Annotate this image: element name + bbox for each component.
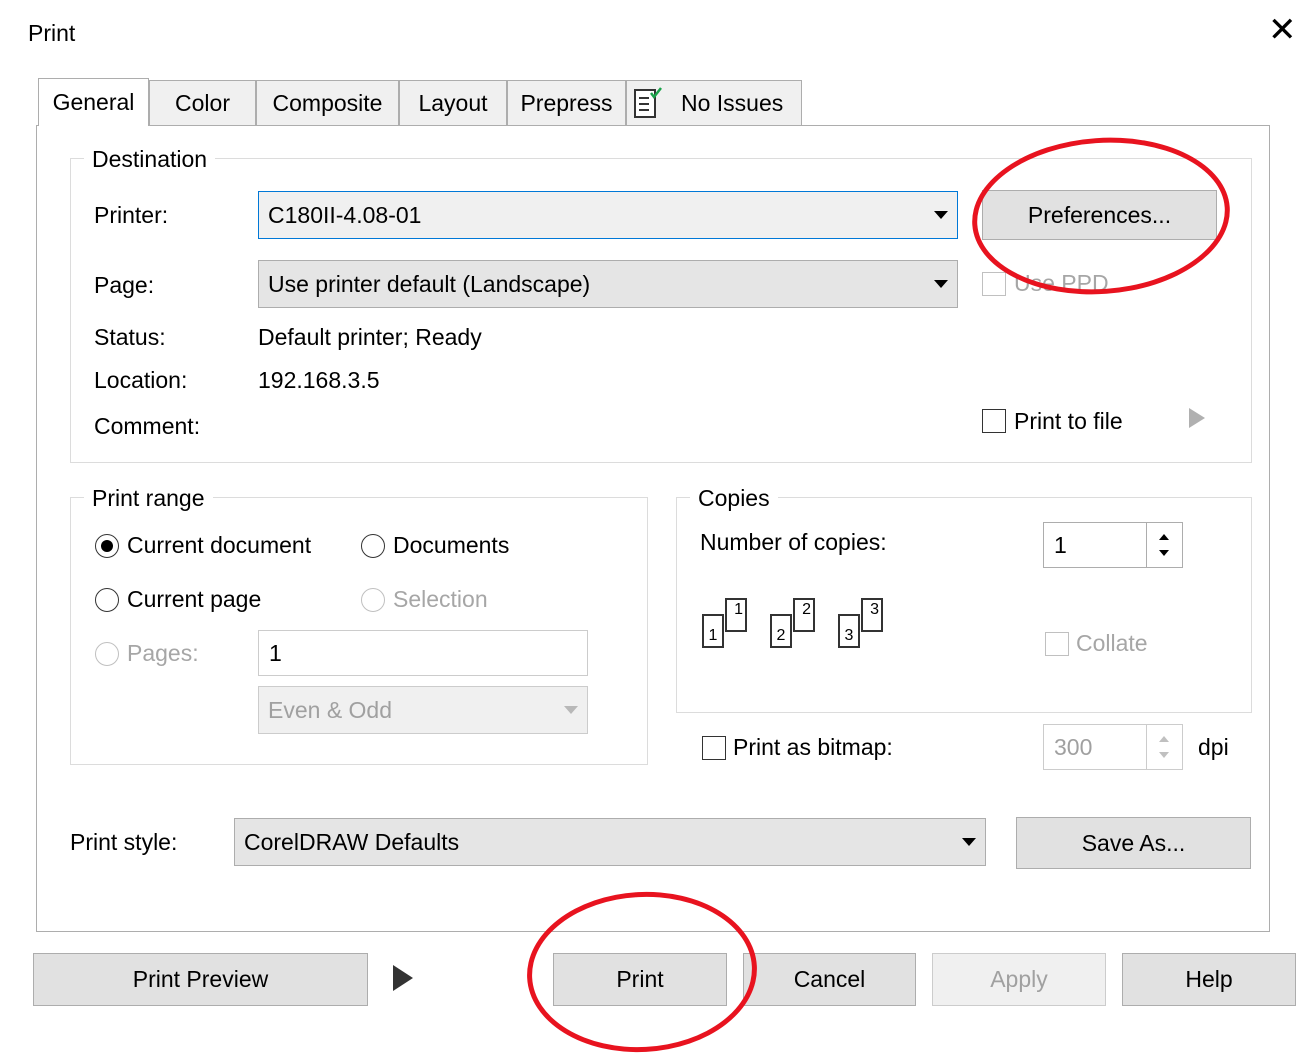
- tab-layout[interactable]: Layout: [399, 80, 507, 126]
- spin-up-icon[interactable]: [1159, 534, 1169, 540]
- current-page-radio[interactable]: [95, 588, 119, 612]
- collate-label: Collate: [1076, 630, 1148, 656]
- number-of-copies-label: Number of copies:: [700, 529, 887, 555]
- dpi-input[interactable]: 300: [1043, 724, 1183, 770]
- tab-no-issues[interactable]: No Issues: [626, 80, 802, 126]
- chevron-down-icon: [934, 280, 948, 288]
- use-ppd-checkbox[interactable]: [982, 272, 1006, 296]
- tab-label: Color: [175, 90, 230, 116]
- help-button[interactable]: Help: [1122, 953, 1296, 1006]
- status-value: Default printer; Ready: [258, 324, 482, 350]
- printer-value: C180II-4.08-01: [268, 201, 422, 228]
- print-to-file-label: Print to file: [1014, 408, 1123, 434]
- print-style-value: CorelDRAW Defaults: [244, 828, 460, 855]
- dpi-spinner[interactable]: [1146, 725, 1182, 769]
- save-as-label: Save As...: [1081, 829, 1186, 856]
- apply-button[interactable]: Apply: [932, 953, 1106, 1006]
- chevron-down-icon: [962, 838, 976, 846]
- page-icon: 3: [861, 598, 883, 632]
- use-ppd-label: Use PPD: [1014, 270, 1109, 296]
- tab-label: Composite: [272, 90, 383, 116]
- printer-label: Printer:: [94, 202, 169, 228]
- spin-up-icon[interactable]: [1159, 736, 1169, 742]
- print-to-file-checkbox[interactable]: [982, 409, 1006, 433]
- even-odd-select[interactable]: Even & Odd: [258, 686, 588, 734]
- pages-input[interactable]: 1: [258, 630, 588, 676]
- close-icon[interactable]: ✕: [1268, 10, 1297, 50]
- print-label: Print: [616, 966, 664, 992]
- save-as-button[interactable]: Save As...: [1016, 817, 1251, 869]
- tab-composite[interactable]: Composite: [256, 80, 399, 126]
- page-number: 3: [870, 601, 879, 618]
- dialog-title: Print: [28, 20, 76, 46]
- location-label: Location:: [94, 367, 188, 393]
- status-label: Status:: [94, 324, 166, 350]
- page-number: 3: [844, 627, 854, 644]
- cancel-button[interactable]: Cancel: [743, 953, 916, 1006]
- even-odd-value: Even & Odd: [268, 696, 393, 723]
- page-number: 1: [708, 627, 718, 644]
- preview-expand-icon[interactable]: [393, 965, 413, 991]
- page-value: Use printer default (Landscape): [268, 270, 591, 297]
- print-style-label: Print style:: [70, 829, 178, 855]
- print-range-legend: Print range: [84, 485, 213, 512]
- chevron-down-icon: [564, 706, 578, 714]
- print-preview-button[interactable]: Print Preview: [33, 953, 368, 1006]
- copies-input-value: 1: [1054, 531, 1067, 558]
- page-number: 1: [734, 601, 743, 618]
- checklist-icon: [633, 86, 663, 121]
- dpi-input-value: 300: [1054, 733, 1093, 760]
- print-button[interactable]: Print: [553, 953, 727, 1006]
- printer-select[interactable]: C180II-4.08-01: [258, 191, 958, 239]
- comment-label: Comment:: [94, 413, 201, 439]
- tab-label: General: [52, 89, 135, 115]
- spin-down-icon[interactable]: [1159, 550, 1169, 556]
- pages-label: Pages:: [127, 640, 199, 666]
- chevron-down-icon: [934, 211, 948, 219]
- tab-general[interactable]: General: [38, 78, 149, 126]
- print-as-bitmap-checkbox[interactable]: [702, 736, 726, 760]
- print-style-select[interactable]: CorelDRAW Defaults: [234, 818, 986, 866]
- page-icon: 2: [770, 614, 792, 648]
- current-document-radio[interactable]: [95, 534, 119, 558]
- page-label: Page:: [94, 272, 155, 298]
- tab-label: No Issues: [681, 90, 784, 116]
- print-preview-label: Print Preview: [132, 966, 269, 992]
- copies-input[interactable]: 1: [1043, 522, 1183, 568]
- tab-color[interactable]: Color: [149, 80, 256, 126]
- selection-label: Selection: [393, 586, 488, 612]
- pages-input-value: 1: [269, 639, 282, 666]
- page-icon: 2: [793, 598, 815, 632]
- destination-legend: Destination: [84, 146, 216, 173]
- cancel-label: Cancel: [793, 966, 866, 992]
- page-icon: 3: [838, 614, 860, 648]
- tab-prepress[interactable]: Prepress: [507, 80, 626, 126]
- preferences-label: Preferences...: [1027, 201, 1172, 228]
- collate-checkbox[interactable]: [1045, 632, 1069, 656]
- location-value: 192.168.3.5: [258, 367, 380, 393]
- current-document-label: Current document: [127, 532, 312, 558]
- tab-label: Prepress: [520, 90, 613, 116]
- selection-radio[interactable]: [361, 588, 385, 612]
- expand-arrow-icon[interactable]: [1189, 408, 1205, 428]
- tab-label: Layout: [418, 90, 488, 116]
- documents-radio[interactable]: [361, 534, 385, 558]
- pages-radio[interactable]: [95, 642, 119, 666]
- page-number: 2: [776, 627, 786, 644]
- page-select[interactable]: Use printer default (Landscape): [258, 260, 958, 308]
- page-number: 2: [802, 601, 811, 618]
- documents-label: Documents: [393, 532, 510, 558]
- page-icon: 1: [725, 598, 747, 632]
- help-label: Help: [1185, 966, 1233, 992]
- page-icon: 1: [702, 614, 724, 648]
- apply-label: Apply: [990, 966, 1048, 992]
- copies-spinner[interactable]: [1146, 523, 1182, 567]
- current-page-label: Current page: [127, 586, 262, 612]
- dpi-unit: dpi: [1198, 734, 1229, 760]
- print-as-bitmap-label: Print as bitmap:: [733, 734, 893, 760]
- spin-down-icon[interactable]: [1159, 752, 1169, 758]
- copies-legend: Copies: [690, 485, 778, 512]
- preferences-button[interactable]: Preferences...: [982, 190, 1217, 240]
